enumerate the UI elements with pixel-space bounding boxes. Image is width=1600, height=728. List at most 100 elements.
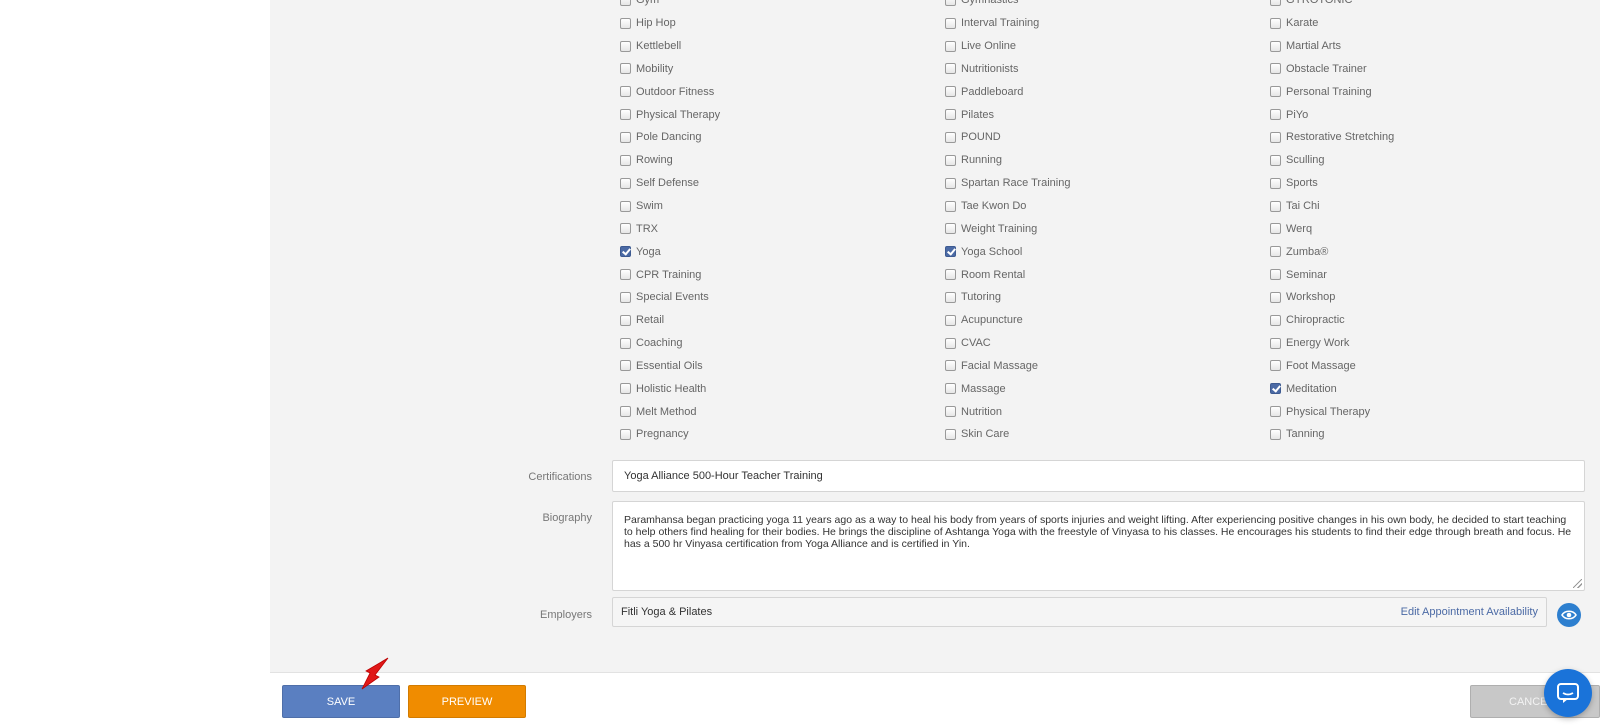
- activity-checkbox-item[interactable]: Massage: [945, 377, 1006, 400]
- checkbox-icon[interactable]: [1270, 223, 1281, 235]
- checkbox-icon[interactable]: [945, 291, 956, 303]
- activity-checkbox-item[interactable]: Restorative Stretching: [1270, 126, 1394, 149]
- activity-checkbox-item[interactable]: Karate: [1270, 12, 1318, 35]
- checkbox-icon[interactable]: [1270, 40, 1281, 52]
- checkbox-icon[interactable]: [620, 131, 631, 143]
- checkbox-icon[interactable]: [1270, 0, 1281, 6]
- activity-checkbox-item[interactable]: Pregnancy: [620, 423, 689, 446]
- activity-checkbox-item[interactable]: Tae Kwon Do: [945, 195, 1026, 218]
- activity-checkbox-item[interactable]: Yoga School: [945, 240, 1022, 263]
- activity-checkbox-item[interactable]: Sports: [1270, 172, 1318, 195]
- checkbox-checked-icon[interactable]: [945, 246, 956, 258]
- checkbox-icon[interactable]: [620, 337, 631, 349]
- activity-checkbox-item[interactable]: Obstacle Trainer: [1270, 58, 1367, 81]
- checkbox-icon[interactable]: [620, 86, 631, 98]
- checkbox-icon[interactable]: [945, 40, 956, 52]
- checkbox-icon[interactable]: [945, 337, 956, 349]
- activity-checkbox-item[interactable]: Self Defense: [620, 172, 699, 195]
- checkbox-icon[interactable]: [1270, 63, 1281, 75]
- checkbox-icon[interactable]: [1270, 291, 1281, 303]
- activity-checkbox-item[interactable]: Werq: [1270, 217, 1312, 240]
- checkbox-icon[interactable]: [620, 383, 631, 395]
- activity-checkbox-item[interactable]: Personal Training: [1270, 80, 1372, 103]
- checkbox-checked-icon[interactable]: [620, 246, 631, 258]
- checkbox-icon[interactable]: [945, 63, 956, 75]
- checkbox-icon[interactable]: [620, 406, 631, 418]
- activity-checkbox-item[interactable]: Tutoring: [945, 286, 1001, 309]
- activity-checkbox-item[interactable]: Running: [945, 149, 1002, 172]
- preview-button[interactable]: PREVIEW: [408, 685, 526, 718]
- checkbox-icon[interactable]: [1270, 109, 1281, 121]
- activity-checkbox-item[interactable]: Sculling: [1270, 149, 1325, 172]
- checkbox-icon[interactable]: [945, 360, 956, 372]
- checkbox-icon[interactable]: [945, 314, 956, 326]
- activity-checkbox-item[interactable]: Essential Oils: [620, 355, 703, 378]
- checkbox-icon[interactable]: [620, 63, 631, 75]
- activity-checkbox-item[interactable]: Facial Massage: [945, 355, 1038, 378]
- checkbox-icon[interactable]: [945, 17, 956, 29]
- activity-checkbox-item[interactable]: Hip Hop: [620, 12, 676, 35]
- activity-checkbox-item[interactable]: PiYo: [1270, 103, 1308, 126]
- activity-checkbox-item[interactable]: GYROTONIC: [1270, 0, 1352, 12]
- activity-checkbox-item[interactable]: Workshop: [1270, 286, 1335, 309]
- activity-checkbox-item[interactable]: Foot Massage: [1270, 355, 1356, 378]
- checkbox-icon[interactable]: [945, 269, 956, 281]
- certifications-input[interactable]: Yoga Alliance 500-Hour Teacher Training: [612, 460, 1585, 492]
- activity-checkbox-item[interactable]: TRX: [620, 217, 658, 240]
- checkbox-icon[interactable]: [620, 200, 631, 212]
- checkbox-icon[interactable]: [620, 17, 631, 29]
- resize-grip-icon[interactable]: [1573, 579, 1582, 588]
- activity-checkbox-item[interactable]: Tai Chi: [1270, 195, 1320, 218]
- activity-checkbox-item[interactable]: Physical Therapy: [1270, 400, 1370, 423]
- checkbox-icon[interactable]: [1270, 154, 1281, 166]
- checkbox-icon[interactable]: [945, 177, 956, 189]
- activity-checkbox-item[interactable]: Tanning: [1270, 423, 1325, 446]
- activity-checkbox-item[interactable]: CPR Training: [620, 263, 701, 286]
- checkbox-checked-icon[interactable]: [1270, 383, 1281, 395]
- checkbox-icon[interactable]: [620, 40, 631, 52]
- activity-checkbox-item[interactable]: CVAC: [945, 332, 991, 355]
- activity-checkbox-item[interactable]: Retail: [620, 309, 664, 332]
- checkbox-icon[interactable]: [1270, 17, 1281, 29]
- activity-checkbox-item[interactable]: Special Events: [620, 286, 709, 309]
- activity-checkbox-item[interactable]: Energy Work: [1270, 332, 1349, 355]
- checkbox-icon[interactable]: [1270, 269, 1281, 281]
- activity-checkbox-item[interactable]: Live Online: [945, 35, 1016, 58]
- checkbox-icon[interactable]: [1270, 360, 1281, 372]
- activity-checkbox-item[interactable]: Rowing: [620, 149, 673, 172]
- activity-checkbox-item[interactable]: Holistic Health: [620, 377, 706, 400]
- checkbox-icon[interactable]: [1270, 200, 1281, 212]
- checkbox-icon[interactable]: [620, 0, 631, 6]
- activity-checkbox-item[interactable]: Outdoor Fitness: [620, 80, 714, 103]
- checkbox-icon[interactable]: [945, 428, 956, 440]
- activity-checkbox-item[interactable]: Chiropractic: [1270, 309, 1345, 332]
- checkbox-icon[interactable]: [1270, 406, 1281, 418]
- activity-checkbox-item[interactable]: Yoga: [620, 240, 661, 263]
- checkbox-icon[interactable]: [620, 223, 631, 235]
- activity-checkbox-item[interactable]: Swim: [620, 195, 663, 218]
- checkbox-icon[interactable]: [620, 269, 631, 281]
- activity-checkbox-item[interactable]: Nutrition: [945, 400, 1002, 423]
- checkbox-icon[interactable]: [945, 0, 956, 6]
- checkbox-icon[interactable]: [620, 428, 631, 440]
- activity-checkbox-item[interactable]: Paddleboard: [945, 80, 1023, 103]
- checkbox-icon[interactable]: [620, 291, 631, 303]
- checkbox-icon[interactable]: [1270, 86, 1281, 98]
- chat-icon[interactable]: [1544, 669, 1592, 717]
- checkbox-icon[interactable]: [1270, 428, 1281, 440]
- activity-checkbox-item[interactable]: Gymnastics: [945, 0, 1018, 12]
- activity-checkbox-item[interactable]: Pole Dancing: [620, 126, 701, 149]
- activity-checkbox-item[interactable]: Martial Arts: [1270, 35, 1341, 58]
- activity-checkbox-item[interactable]: Spartan Race Training: [945, 172, 1070, 195]
- checkbox-icon[interactable]: [945, 154, 956, 166]
- activity-checkbox-item[interactable]: Seminar: [1270, 263, 1327, 286]
- checkbox-icon[interactable]: [620, 154, 631, 166]
- activity-checkbox-item[interactable]: Zumba®: [1270, 240, 1328, 263]
- activity-checkbox-item[interactable]: Nutritionists: [945, 58, 1018, 81]
- checkbox-icon[interactable]: [945, 406, 956, 418]
- checkbox-icon[interactable]: [945, 223, 956, 235]
- activity-checkbox-item[interactable]: Kettlebell: [620, 35, 681, 58]
- activity-checkbox-item[interactable]: Interval Training: [945, 12, 1039, 35]
- activity-checkbox-item[interactable]: Coaching: [620, 332, 682, 355]
- checkbox-icon[interactable]: [620, 177, 631, 189]
